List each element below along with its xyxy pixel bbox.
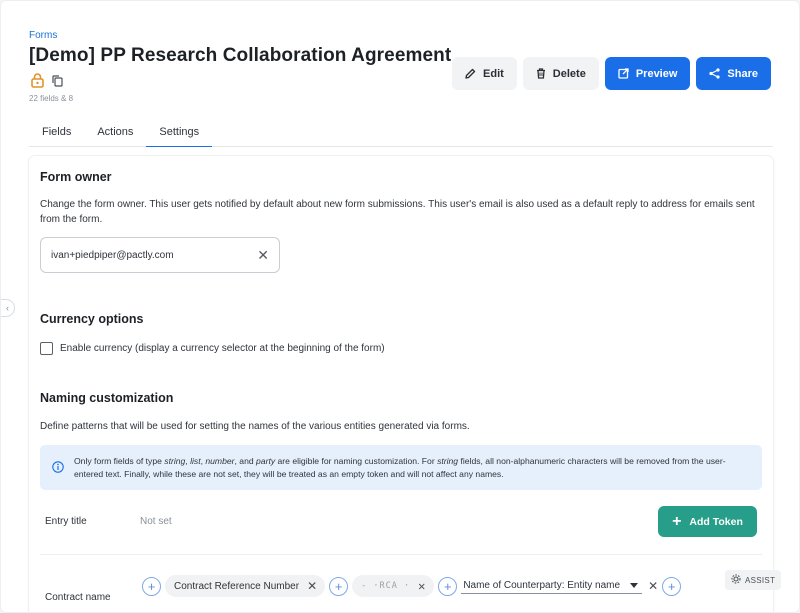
contract-name-label: Contract name bbox=[45, 592, 111, 603]
share-button[interactable]: Share bbox=[696, 57, 771, 90]
insert-token-button[interactable]: + bbox=[438, 576, 458, 596]
naming-customization-description: Define patterns that will be used for se… bbox=[40, 421, 470, 432]
lock-icon[interactable] bbox=[31, 73, 44, 93]
token-select-box[interactable]: Name of Counterparty: Entity name bbox=[461, 578, 643, 594]
close-icon[interactable]: ✕ bbox=[257, 248, 269, 262]
token-chip[interactable]: Contract Reference Number ✕ bbox=[165, 575, 326, 597]
token-chip-label: Contract Reference Number bbox=[174, 580, 300, 592]
settings-card: Form owner Change the form owner. This u… bbox=[29, 156, 782, 612]
plus-icon: + bbox=[672, 512, 682, 530]
preview-button[interactable]: Preview bbox=[604, 57, 691, 90]
form-owner-value: ivan+piedpiper@pactly.com bbox=[51, 249, 174, 261]
insert-token-button[interactable]: + bbox=[662, 576, 682, 596]
separator-token-chip[interactable]: - ·RCA · ✕ bbox=[352, 575, 435, 597]
info-text: Only form fields of type string, list, n… bbox=[74, 456, 726, 479]
enable-currency-checkbox[interactable] bbox=[40, 342, 53, 355]
insert-token-button[interactable]: + bbox=[329, 576, 349, 596]
entry-title-value: Not set bbox=[140, 516, 172, 527]
edit-button[interactable]: Edit bbox=[452, 57, 517, 90]
edit-button-label: Edit bbox=[483, 67, 504, 80]
naming-customization-title: Naming customization bbox=[40, 391, 174, 405]
currency-options-title: Currency options bbox=[40, 312, 144, 326]
form-owner-title: Form owner bbox=[40, 170, 112, 184]
form-meta: 22 fields & 8 bbox=[29, 94, 74, 103]
tab-settings[interactable]: Settings bbox=[146, 117, 213, 147]
contract-name-tokens: + Contract Reference Number ✕ + - ·RCA ·… bbox=[142, 575, 682, 597]
separator-token-label: - ·RCA · bbox=[361, 581, 411, 591]
delete-button-label: Delete bbox=[552, 67, 586, 80]
gear-icon bbox=[731, 574, 741, 586]
add-token-label: Add Token bbox=[689, 515, 743, 528]
info-banner: Only form fields of type string, list, n… bbox=[40, 445, 762, 490]
divider bbox=[40, 554, 762, 555]
info-icon bbox=[52, 455, 64, 480]
pencil-icon bbox=[465, 68, 476, 79]
remove-token-icon[interactable]: ✕ bbox=[418, 579, 426, 593]
caret-down-icon bbox=[630, 583, 639, 588]
token-select: Name of Counterparty: Entity name ✕ bbox=[461, 578, 658, 594]
entry-title-label: Entry title bbox=[45, 516, 87, 527]
form-owner-input[interactable]: ivan+piedpiper@pactly.com ✕ bbox=[40, 237, 280, 273]
copy-icon[interactable] bbox=[52, 74, 63, 92]
tab-bar: Fields Actions Settings bbox=[29, 117, 773, 147]
external-link-icon bbox=[618, 68, 629, 79]
breadcrumb[interactable]: Forms bbox=[29, 30, 57, 41]
remove-token-icon[interactable]: ✕ bbox=[307, 579, 317, 593]
title-icons bbox=[31, 73, 63, 93]
delete-button[interactable]: Delete bbox=[522, 57, 599, 90]
insert-token-button[interactable]: + bbox=[142, 576, 161, 596]
enable-currency-row: Enable currency (display a currency sele… bbox=[40, 342, 385, 355]
share-button-label: Share bbox=[727, 67, 758, 80]
tab-actions[interactable]: Actions bbox=[84, 117, 146, 147]
assist-label: ASSIST bbox=[745, 575, 776, 585]
assist-button[interactable]: ASSIST bbox=[725, 570, 782, 590]
trash-icon bbox=[536, 68, 546, 79]
share-icon bbox=[709, 68, 721, 79]
page-title: [Demo] PP Research Collaboration Agreeme… bbox=[29, 45, 452, 66]
remove-token-icon[interactable]: ✕ bbox=[648, 579, 658, 593]
tab-fields[interactable]: Fields bbox=[29, 117, 84, 147]
add-token-button[interactable]: + Add Token bbox=[658, 506, 757, 537]
preview-button-label: Preview bbox=[635, 67, 678, 80]
sidebar-collapse-handle[interactable]: ‹ bbox=[1, 299, 15, 317]
header-actions: Edit Delete Preview Share bbox=[452, 57, 771, 90]
chevron-left-icon: ‹ bbox=[6, 303, 9, 313]
token-select-value: Name of Counterparty: Entity name bbox=[463, 580, 621, 591]
enable-currency-label[interactable]: Enable currency (display a currency sele… bbox=[60, 343, 385, 354]
form-owner-description: Change the form owner. This user gets no… bbox=[40, 199, 755, 225]
settings-page: ‹ Forms [Demo] PP Research Collaboration… bbox=[0, 0, 800, 613]
